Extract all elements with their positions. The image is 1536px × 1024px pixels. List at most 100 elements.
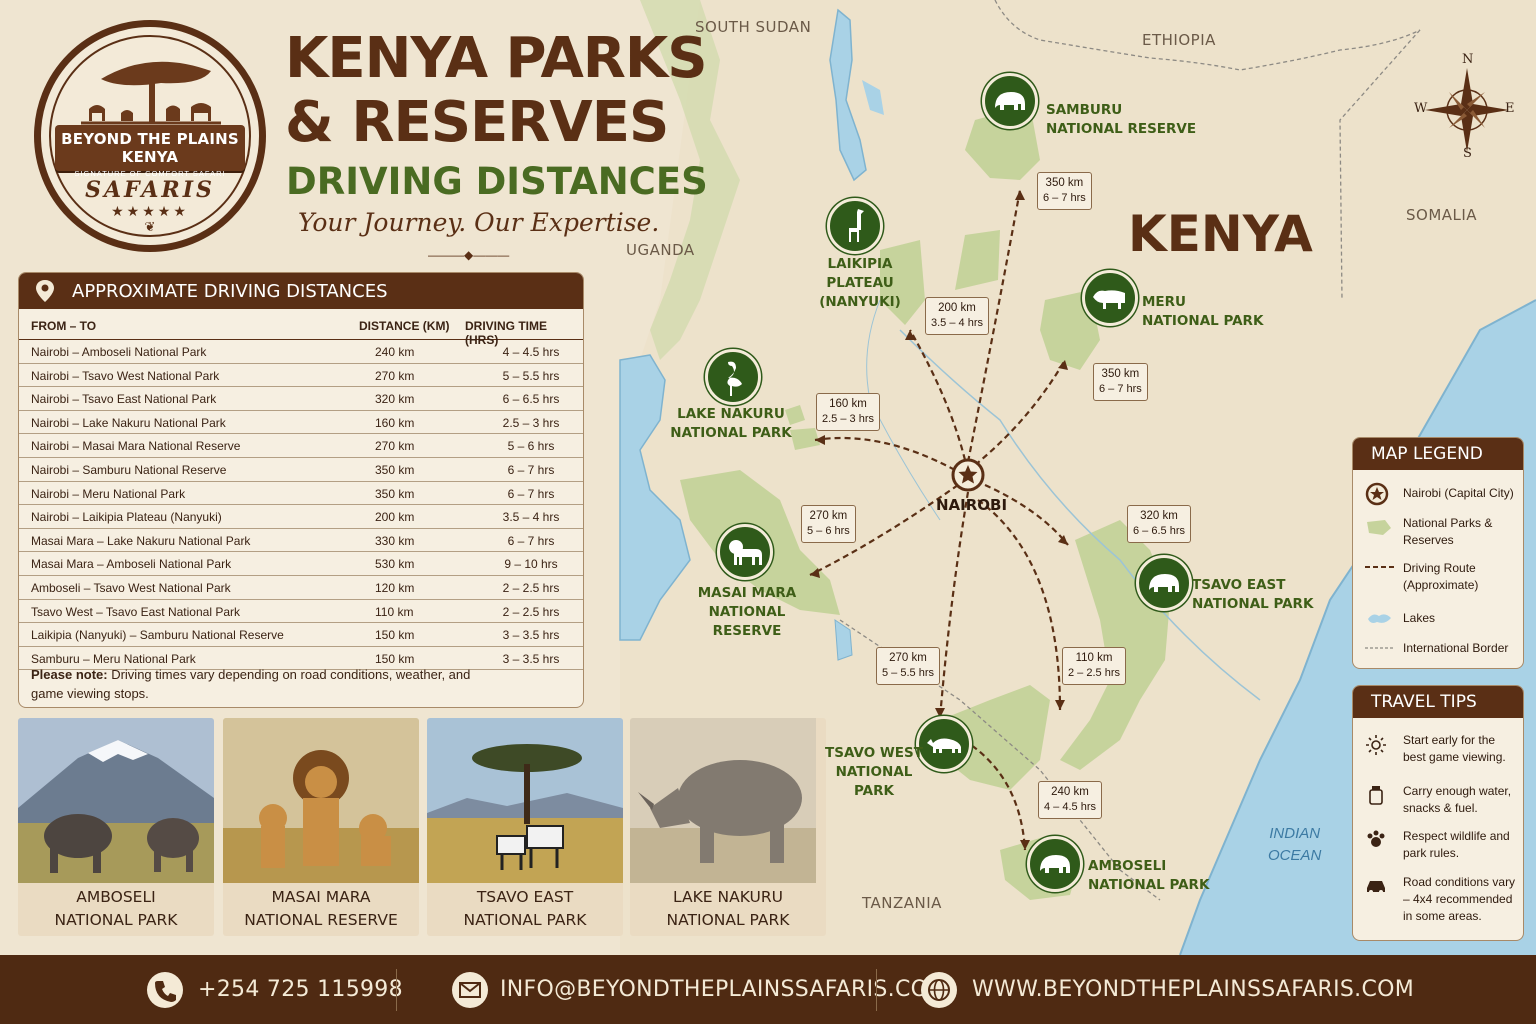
flamingo-icon [705,349,761,405]
time-cell: 2.5 – 3 hrs [502,415,560,430]
samburu-l2: NATIONAL RESERVE [1046,121,1197,137]
dist-hrs: 6 – 7 hrs [1099,383,1142,395]
brand-name: BEYOND THE PLAINS KENYA [61,130,239,166]
time-cell: 2 – 2.5 hrs [502,604,560,619]
photo-amboseli: AMBOSELI NATIONAL PARK [18,718,214,936]
meru-l1: MERU [1142,294,1187,310]
table-heading: APPROXIMATE DRIVING DISTANCES [72,281,388,302]
route-cell: Laikipia (Nanyuki) – Samburu National Re… [31,628,284,643]
table-note: Please note: Driving times vary dependin… [31,665,471,703]
tip-4: Road conditions vary – 4x4 recommended i… [1403,875,1516,923]
time-cell: 6 – 7 hrs [507,533,555,548]
phone-icon [147,972,183,1008]
distance-box-meru: 350 km 6 – 7 hrs [1093,363,1148,401]
dist-km: 270 km [889,652,927,664]
distance-box-samburu: 350 km 6 – 7 hrs [1037,172,1092,210]
ocean-line-1: INDIAN [1269,825,1321,842]
label-laikipia: LAIKIPIA PLATEAU (NANYUKI) [800,255,920,312]
travel-tips: TRAVEL TIPS Start early for the best gam… [1352,685,1524,941]
table-row: Nairobi – Tsavo West National Park 270 km… [19,364,583,388]
table-row: Masai Mara – Lake Nakuru National Park 33… [19,529,583,553]
table-row: Amboseli – Tsavo West National Park 120 k… [19,576,583,600]
distance-cell: 160 km [375,415,415,430]
label-indian-ocean: INDIAN OCEAN [1268,823,1321,867]
column-distance: DISTANCE (KM) [359,319,450,333]
photo-tsavo-east: TSAVO EAST NATIONAL PARK [427,718,623,936]
contact-footer: +254 725 115998 INFO@BEYONDTHEPLAINSSAFA… [0,955,1536,1024]
footer-website[interactable]: WWW.BEYONDTHEPLAINSSAFARIS.COM [972,977,1414,1002]
route-cell: Tsavo West – Tsavo East National Park [31,604,240,619]
route-cell: Amboseli – Tsavo West National Park [31,580,231,595]
ocean-line-2: OCEAN [1268,847,1322,864]
lion-icon [717,524,773,580]
buffalo-icon [1082,270,1138,326]
time-cell: 3 – 3.5 hrs [502,651,560,666]
compass-s: S [1463,146,1472,161]
time-cell: 3.5 – 4 hrs [502,510,560,525]
acacia-tree-icon [81,61,221,125]
distance-box-amboseli: 240 km 4 – 4.5 hrs [1038,781,1102,819]
time-cell: 6 – 6.5 hrs [502,392,560,407]
distance-cell: 150 km [375,628,415,643]
legend-border: International Border [1403,641,1509,655]
photo-label-4: LAKE NAKURU [673,888,783,906]
mara-l1: MASAI MARA [697,585,797,601]
time-cell: 5 – 5.5 hrs [502,368,560,383]
email-icon [452,972,488,1008]
distance-box-tsavo-east: 320 km 6 – 6.5 hrs [1127,505,1191,543]
route-cell: Nairobi – Lake Nakuru National Park [31,415,226,430]
elephant-icon [982,73,1038,129]
time-cell: 5 – 6 hrs [507,439,555,454]
label-ethiopia: ETHIOPIA [1142,31,1216,49]
distance-box-tw-te: 110 km 2 – 2.5 hrs [1062,647,1126,685]
capital-star-icon [1365,482,1389,506]
label-tanzania: TANZANIA [862,894,942,912]
photo-lake-nakuru: LAKE NAKURU NATIONAL PARK [630,718,826,936]
photo-label-3: TSAVO EAST [476,888,574,906]
tagline: Your Journey. Our Expertise. [298,208,660,237]
footer-separator [396,969,397,1011]
compass-w: W [1414,101,1428,116]
label-tsavo-east: TSAVO EAST NATIONAL PARK [1192,576,1313,614]
distance-box-laikipia: 200 km 3.5 – 4 hrs [925,297,989,335]
distance-table: APPROXIMATE DRIVING DISTANCES FROM – TO … [18,272,584,708]
dist-km: 350 km [1045,177,1084,189]
elephant-icon-tsavo-east [1136,555,1192,611]
distance-cell: 110 km [375,604,414,619]
footer-email[interactable]: INFO@BEYONDTHEPLAINSSAFARIS.COM [500,977,948,1002]
distance-cell: 120 km [375,580,415,595]
dist-km: 240 km [1051,786,1089,798]
legend-parks: National Parks & Reserves [1403,516,1493,547]
dist-km: 160 km [829,398,867,410]
nakuru-l2: NATIONAL PARK [670,425,792,441]
tip-2: Carry enough water, snacks & fuel. [1403,784,1512,815]
label-samburu: SAMBURU NATIONAL RESERVE [1046,101,1196,139]
tsavo-west-l2: NATIONAL PARK [835,764,913,799]
route-cell: Masai Mara – Lake Nakuru National Park [31,533,251,548]
mara-l2: NATIONAL RESERVE [708,604,786,639]
rhino-image [630,718,816,883]
elephants-kilimanjaro-image [18,718,214,883]
tip-3: Respect wildlife and park rules. [1403,829,1510,860]
sun-icon [1366,735,1386,755]
table-row: Nairobi – Lake Nakuru National Park 160 k… [19,411,583,435]
table-row: Tsavo West – Tsavo East National Park 110… [19,600,583,624]
time-cell: 3 – 3.5 hrs [502,628,560,643]
route-cell: Samburu – Meru National Park [31,651,196,666]
table-header-row: FROM – TO DISTANCE (KM) DRIVING TIME (HR… [19,309,583,347]
photo-label-1: AMBOSELI [76,888,156,906]
label-meru: MERU NATIONAL PARK [1142,293,1263,331]
ornament-icon: ❦ [144,219,156,234]
photo-label-2: MASAI MARA [271,888,371,906]
title-line-1: KENYA PARKS [285,26,708,91]
amboseli-l2: NATIONAL PARK [1088,877,1210,893]
brand-logo: BEYOND THE PLAINS KENYA SIGNATURE OF COM… [34,20,266,252]
dist-hrs: 5 – 5.5 hrs [882,667,934,679]
giraffe-icon [827,198,883,254]
footer-phone[interactable]: +254 725 115998 [198,977,403,1002]
distance-cell: 150 km [375,651,415,666]
route-cell: Nairobi – Samburu National Reserve [31,462,227,477]
label-kenya: KENYA [1128,205,1313,263]
dist-km: 270 km [809,510,848,522]
photo-sub-1: NATIONAL PARK [54,911,178,929]
